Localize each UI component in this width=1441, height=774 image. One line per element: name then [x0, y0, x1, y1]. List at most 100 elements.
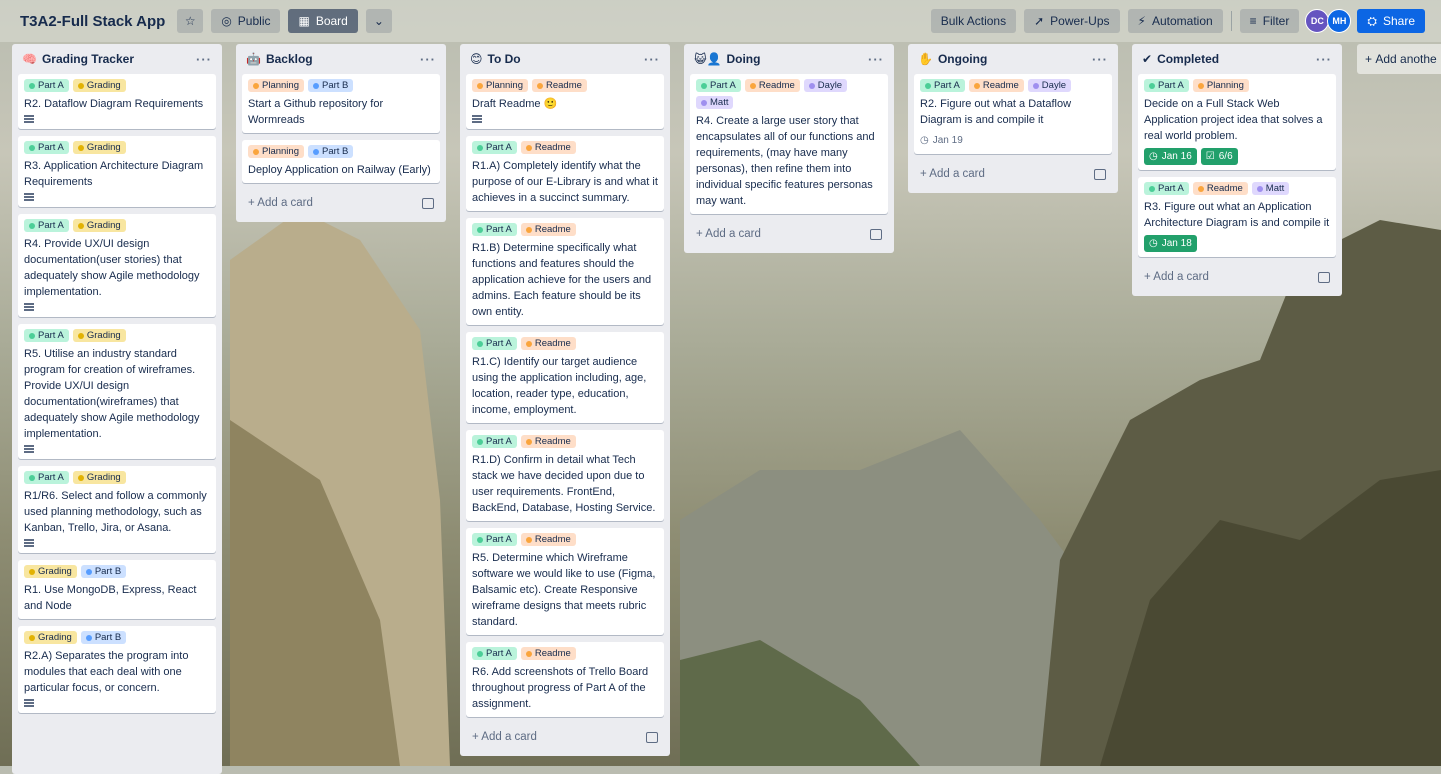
card[interactable]: Part A Readme R5. Determine which Wirefram…: [466, 528, 664, 635]
card[interactable]: Grading Part B R2.A) Separates the program…: [18, 626, 216, 713]
label-part-a[interactable]: Part A: [696, 79, 741, 92]
card[interactable]: Part A Readme R1.D) Confirm in detail what…: [466, 430, 664, 521]
card-template-icon[interactable]: [870, 228, 882, 240]
label-planning[interactable]: Planning: [248, 79, 304, 92]
label-part-a[interactable]: Part A: [1144, 182, 1189, 195]
label-planning[interactable]: Planning: [472, 79, 528, 92]
label-part-a[interactable]: Part A: [920, 79, 965, 92]
card[interactable]: Part A Readme R1.C) Identify our target au…: [466, 332, 664, 423]
add-card-button[interactable]: + Add a card: [696, 228, 870, 240]
add-card-button[interactable]: + Add a card: [472, 731, 646, 743]
card[interactable]: Part A Grading R5. Utilise an industry sta…: [18, 324, 216, 459]
avatar[interactable]: MH: [1327, 9, 1352, 33]
star-button[interactable]: ☆: [177, 9, 204, 33]
card[interactable]: Part A Grading R2. Dataflow Diagram Requir…: [18, 74, 216, 129]
more-icon[interactable]: ···: [1316, 52, 1332, 67]
list-title[interactable]: 😺👤 Doing: [694, 52, 868, 66]
label-dayle[interactable]: Dayle: [1027, 79, 1072, 92]
label-part-b[interactable]: Part B: [80, 631, 127, 644]
label-part-a[interactable]: Part A: [24, 471, 69, 484]
list-title[interactable]: ✔ Completed: [1142, 52, 1316, 66]
card[interactable]: Planning Readme Draft Readme 🙂: [466, 74, 664, 129]
label-readme[interactable]: Readme: [520, 533, 576, 546]
add-card-button[interactable]: + Add a card: [248, 197, 422, 209]
label-part-b[interactable]: Part B: [80, 565, 127, 578]
due-date-badge[interactable]: ◷ Jan 18: [1144, 235, 1197, 252]
card[interactable]: Part A Grading R1/R6. Select and follow a …: [18, 466, 216, 553]
label-part-a[interactable]: Part A: [24, 329, 69, 342]
card-template-icon[interactable]: [1094, 168, 1106, 180]
label-readme[interactable]: Readme: [520, 337, 576, 350]
card-template-icon[interactable]: [422, 197, 434, 209]
label-part-a[interactable]: Part A: [472, 223, 517, 236]
label-part-a[interactable]: Part A: [1144, 79, 1189, 92]
card-template-icon[interactable]: [1318, 271, 1330, 283]
label-grading[interactable]: Grading: [24, 631, 77, 644]
due-date-badge[interactable]: ◷ Jan 19: [920, 132, 963, 149]
label-readme[interactable]: Readme: [1192, 182, 1248, 195]
label-part-a[interactable]: Part A: [24, 141, 69, 154]
card[interactable]: Part A Readme R6. Add screenshots of Trell…: [466, 642, 664, 717]
label-readme[interactable]: Readme: [520, 223, 576, 236]
label-part-a[interactable]: Part A: [472, 141, 517, 154]
list-title[interactable]: 🧠 Grading Tracker: [22, 52, 196, 66]
label-grading[interactable]: Grading: [72, 141, 126, 154]
label-part-a[interactable]: Part A: [472, 435, 517, 448]
label-matt[interactable]: Matt: [696, 96, 734, 109]
automation-button[interactable]: ⚡ Automation: [1127, 9, 1223, 33]
more-icon[interactable]: ···: [420, 52, 436, 67]
share-button[interactable]: ⛭ Share: [1357, 9, 1425, 33]
add-list-button[interactable]: + Add anothe: [1357, 44, 1441, 74]
card[interactable]: Part A Grading R3. Application Architectur…: [18, 136, 216, 207]
card[interactable]: Part A Readme Dayle R2. Figure out what a D…: [914, 74, 1112, 154]
more-icon[interactable]: ···: [868, 52, 884, 67]
more-icon[interactable]: ···: [1092, 52, 1108, 67]
label-readme[interactable]: Readme: [531, 79, 587, 92]
label-readme[interactable]: Readme: [520, 647, 576, 660]
label-part-a[interactable]: Part A: [472, 337, 517, 350]
label-part-a[interactable]: Part A: [472, 647, 517, 660]
bulk-actions-button[interactable]: Bulk Actions: [930, 9, 1017, 33]
label-part-b[interactable]: Part B: [307, 79, 354, 92]
add-card-button[interactable]: + Add a card: [920, 168, 1094, 180]
visibility-button[interactable]: ◎ Public: [211, 9, 281, 33]
label-readme[interactable]: Readme: [744, 79, 800, 92]
label-grading[interactable]: Grading: [72, 219, 126, 232]
label-grading[interactable]: Grading: [72, 79, 126, 92]
label-readme[interactable]: Readme: [968, 79, 1024, 92]
label-part-b[interactable]: Part B: [307, 145, 354, 158]
card[interactable]: Part A Readme Dayle Matt R4. Create a large …: [690, 74, 888, 214]
label-planning[interactable]: Planning: [1192, 79, 1249, 92]
card[interactable]: Part A Readme R1.B) Determine specifically…: [466, 218, 664, 325]
card[interactable]: Part A Readme R1.A) Completely identify wh…: [466, 136, 664, 211]
view-switcher-button[interactable]: ⌄: [365, 9, 392, 33]
filter-button[interactable]: ≡ Filter: [1239, 9, 1300, 33]
card-template-icon[interactable]: [646, 731, 658, 743]
board-title[interactable]: T3A2-Full Stack App: [20, 13, 165, 30]
more-icon[interactable]: ···: [196, 52, 212, 67]
label-part-a[interactable]: Part A: [24, 79, 69, 92]
card[interactable]: Part A Readme Matt R3. Figure out what an A…: [1138, 177, 1336, 257]
card[interactable]: Planning Part B Start a Github repository …: [242, 74, 440, 133]
label-part-a[interactable]: Part A: [472, 533, 517, 546]
avatar[interactable]: DC: [1305, 9, 1330, 33]
label-part-a[interactable]: Part A: [24, 219, 69, 232]
card[interactable]: Planning Part B Deploy Application on Rail…: [242, 140, 440, 183]
more-icon[interactable]: ···: [644, 52, 660, 67]
due-date-badge[interactable]: ◷ Jan 16: [1144, 148, 1197, 165]
label-readme[interactable]: Readme: [520, 435, 576, 448]
label-planning[interactable]: Planning: [248, 145, 304, 158]
add-card-button[interactable]: + Add a card: [1144, 271, 1318, 283]
list-title[interactable]: ✋ Ongoing: [918, 52, 1092, 66]
label-grading[interactable]: Grading: [72, 471, 126, 484]
board-view-button[interactable]: ▦ Board: [288, 9, 358, 33]
label-readme[interactable]: Readme: [520, 141, 576, 154]
list-title[interactable]: 🤖 Backlog: [246, 52, 420, 66]
label-grading[interactable]: Grading: [24, 565, 77, 578]
label-grading[interactable]: Grading: [72, 329, 126, 342]
card[interactable]: Grading Part B R1. Use MongoDB, Express, R…: [18, 560, 216, 619]
list-title[interactable]: 😊 To Do: [470, 52, 644, 66]
powerups-button[interactable]: ➚ Power-Ups: [1024, 9, 1120, 33]
label-matt[interactable]: Matt: [1251, 182, 1290, 195]
card[interactable]: Part A Grading R4. Provide UX/UI design do…: [18, 214, 216, 317]
